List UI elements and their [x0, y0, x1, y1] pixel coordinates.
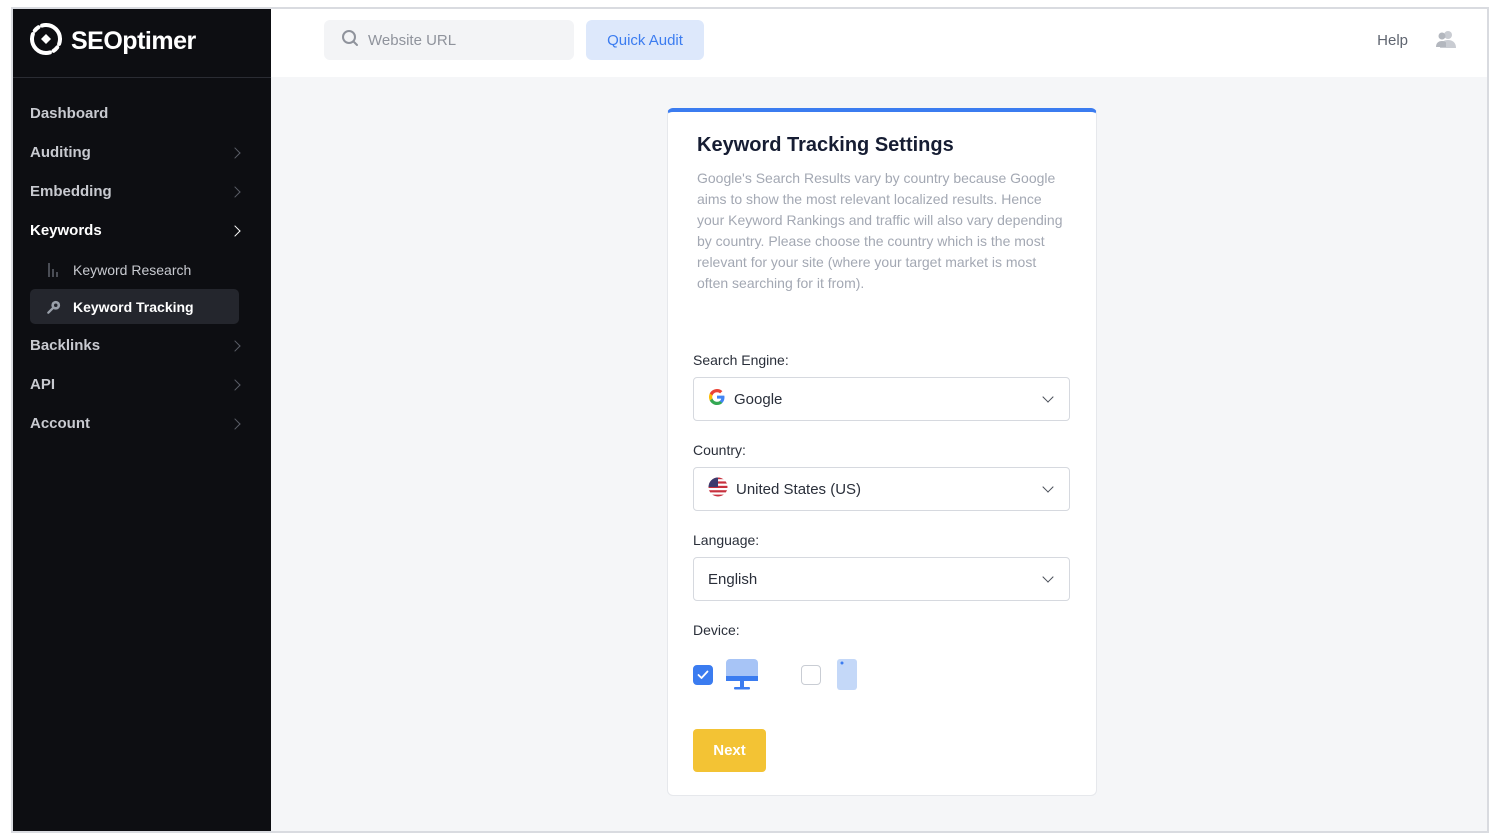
google-icon [708, 388, 726, 411]
sidebar-item-keywords[interactable]: Keywords [13, 211, 271, 250]
search-engine-label: Search Engine: [693, 352, 789, 368]
page-title: Keyword Tracking Settings [697, 134, 954, 156]
chevron-down-icon [1042, 481, 1054, 493]
chevron-right-icon [229, 417, 241, 430]
top-bar: Quick Audit Help [271, 9, 1487, 77]
desktop-checkbox[interactable] [693, 665, 713, 685]
country-label: Country: [693, 442, 746, 458]
chevron-right-icon [229, 378, 241, 391]
user-icon[interactable] [1435, 29, 1457, 54]
app-window: SEOptimer Dashboard Auditing Embedding K… [11, 7, 1489, 833]
logo-icon [27, 20, 65, 63]
chevron-down-icon [1042, 391, 1054, 403]
settings-description: Google's Search Results vary by country … [697, 170, 1063, 291]
sidebar-subitem-label: Keyword Tracking [73, 298, 194, 315]
sidebar-subitem-keyword-tracking[interactable]: Keyword Tracking [30, 289, 239, 324]
chevron-down-icon [1042, 571, 1054, 583]
chevron-right-icon [229, 146, 241, 159]
sidebar-subitem-keyword-research[interactable]: Keyword Research [30, 252, 239, 287]
mobile-icon[interactable] [836, 658, 858, 697]
website-url-input[interactable] [368, 31, 558, 49]
sidebar-nav: Dashboard Auditing Embedding Keywords Ke… [13, 94, 271, 443]
sidebar-subitem-label: Keyword Research [73, 261, 192, 278]
search-box[interactable] [324, 20, 574, 60]
quick-audit-button[interactable]: Quick Audit [586, 20, 704, 60]
country-value: United States (US) [736, 480, 862, 498]
sidebar-item-account[interactable]: Account [13, 404, 271, 443]
sidebar-item-dashboard[interactable]: Dashboard [13, 94, 271, 133]
sidebar-item-label: Backlinks [30, 337, 101, 354]
chevron-right-icon [229, 185, 241, 198]
device-options [693, 658, 1073, 692]
chevron-right-icon [229, 339, 241, 352]
sidebar-divider [13, 77, 271, 78]
chevron-right-icon [229, 224, 241, 237]
sidebar: SEOptimer Dashboard Auditing Embedding K… [13, 9, 271, 831]
sidebar-item-label: Dashboard [30, 105, 109, 122]
sidebar-item-label: API [30, 376, 56, 393]
sidebar-item-label: Account [30, 415, 90, 432]
us-flag-icon [708, 477, 728, 502]
desktop-icon[interactable] [725, 658, 759, 697]
language-label: Language: [693, 532, 760, 548]
sidebar-item-embedding[interactable]: Embedding [13, 172, 271, 211]
language-value: English [708, 570, 758, 588]
device-label: Device: [693, 622, 740, 638]
help-link[interactable]: Help [1377, 32, 1408, 49]
search-engine-select[interactable]: Google [693, 377, 1070, 421]
language-select[interactable]: English [693, 557, 1070, 601]
search-engine-value: Google [734, 390, 783, 408]
sidebar-item-label: Keywords [30, 222, 102, 239]
logo-text: SEOptimer [71, 26, 196, 55]
bar-chart-icon [47, 262, 61, 278]
logo[interactable]: SEOptimer [27, 21, 196, 61]
mobile-checkbox[interactable] [801, 665, 821, 685]
magnifier-icon [47, 299, 61, 315]
sidebar-item-auditing[interactable]: Auditing [13, 133, 271, 172]
sidebar-item-label: Embedding [30, 183, 112, 200]
sidebar-item-backlinks[interactable]: Backlinks [13, 326, 271, 365]
search-icon [341, 29, 359, 52]
sidebar-item-api[interactable]: API [13, 365, 271, 404]
country-select[interactable]: United States (US) [693, 467, 1070, 511]
keyword-tracking-settings-card: Keyword Tracking Settings Google's Searc… [667, 108, 1097, 796]
next-button[interactable]: Next [693, 729, 766, 772]
sidebar-item-label: Auditing [30, 144, 91, 161]
